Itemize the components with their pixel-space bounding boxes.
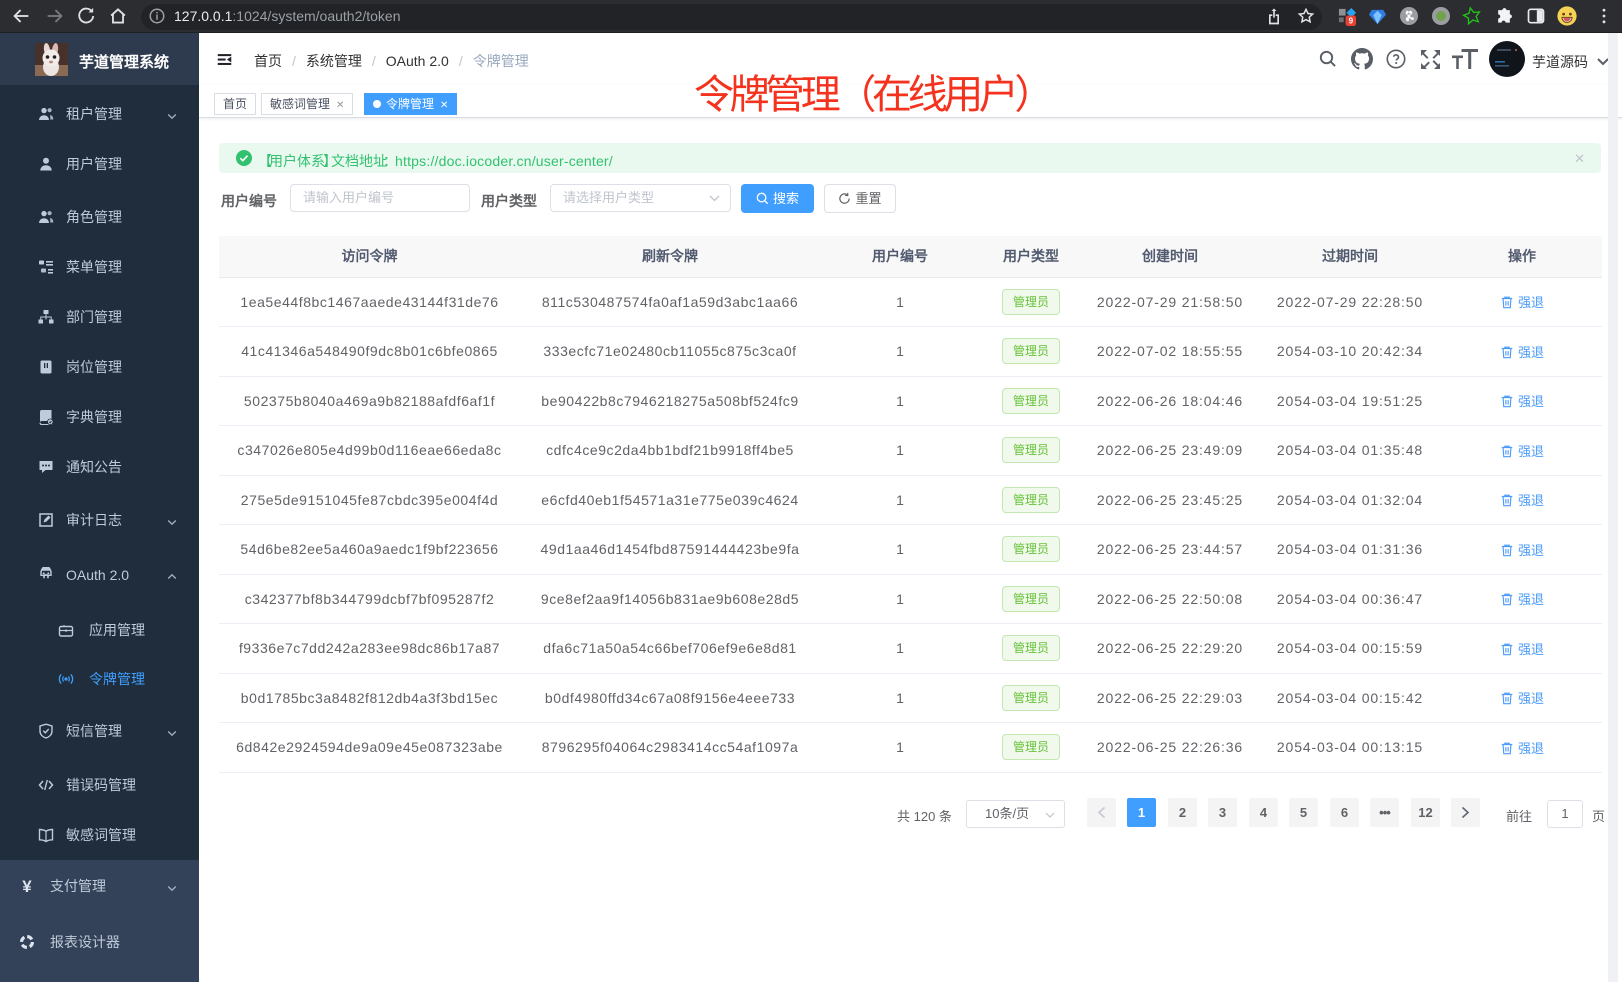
svg-text:9: 9 — [1349, 17, 1354, 26]
svg-text:¥: ¥ — [22, 878, 32, 894]
